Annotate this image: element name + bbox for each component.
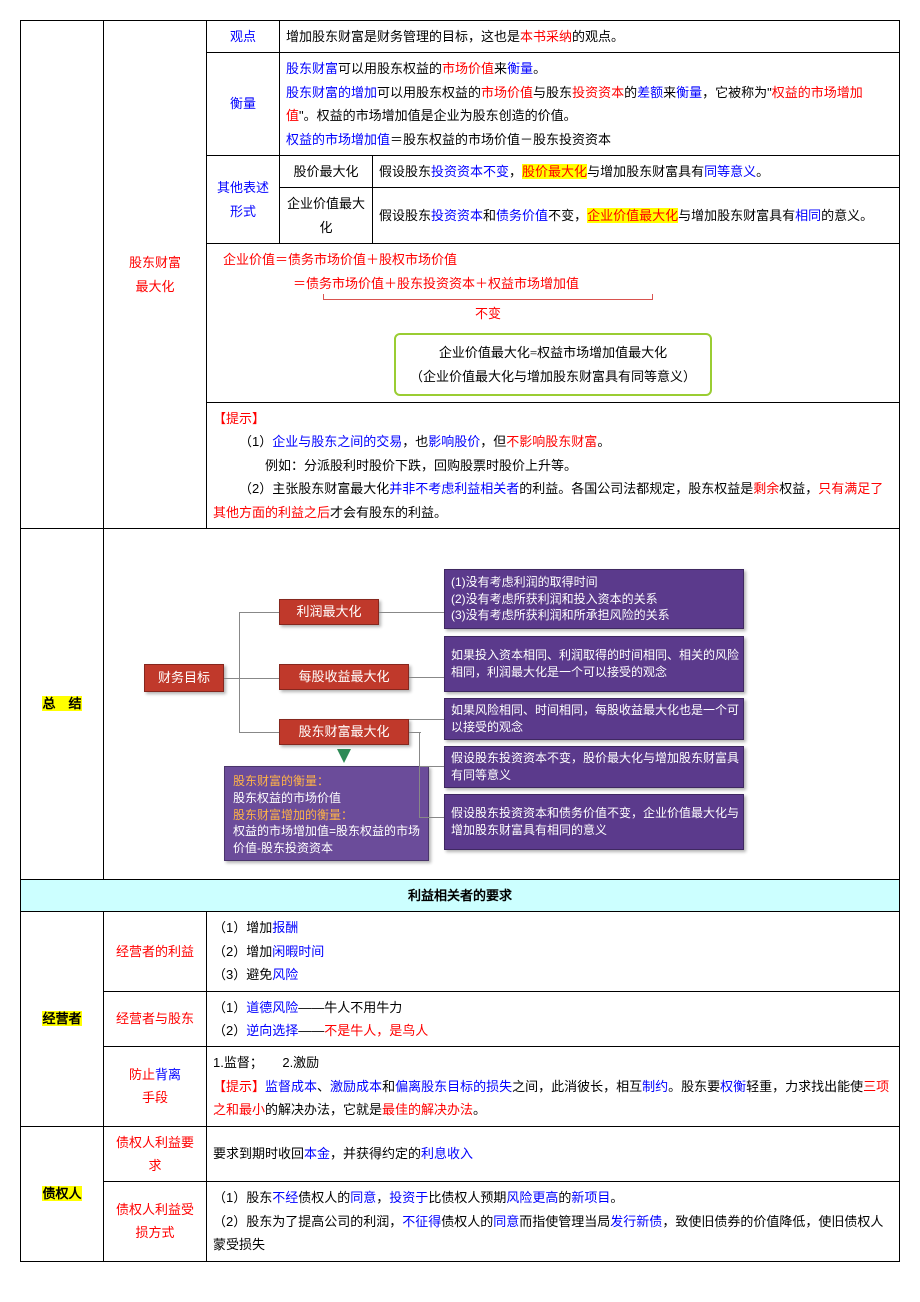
- panel-4: 假设股东投资资本不变，股价最大化与增加股东财富具有同等意义: [444, 746, 744, 788]
- cred-r1-content: 要求到期时收回本金，并获得约定的利息收入: [207, 1126, 900, 1182]
- line-icon: [409, 732, 421, 733]
- line-icon: [224, 678, 279, 679]
- line-icon: [409, 719, 444, 720]
- o1-content: 假设股东投资资本不变，股价最大化与增加股东财富具有同等意义。: [373, 155, 900, 187]
- panel-5: 假设股东投资资本和债务价值不变，企业价值最大化与增加股东财富具有相同的意义: [444, 794, 744, 850]
- summary-label: 总 结: [21, 529, 104, 880]
- cred-r2-label: 债权人利益受损方式: [104, 1182, 207, 1261]
- main-table: 股东财富 最大化 观点 增加股东财富是财务管理的目标，这也是本书采纳的观点。 衡…: [20, 20, 900, 1262]
- summary-diagram: 财务目标 利润最大化 每股收益最大化 股东财富最大化 (1)没有考虑利润的取得时…: [104, 529, 900, 880]
- formula-cell: 企业价值＝债务市场价值＋股权市场价值 ＝债务市场价值＋股东投资资本＋权益市场增加…: [207, 244, 900, 403]
- mgr-r2-label: 经营者与股东: [104, 991, 207, 1047]
- formula-box: 企业价值最大化=权益市场增加值最大化（企业价值最大化与增加股东财富具有同等意义）: [213, 331, 893, 398]
- tip-cell: 【提示】 （1）企业与股东之间的交易，也影响股价，但不影响股东财富。 例如：分派…: [207, 403, 900, 529]
- node-profit: 利润最大化: [279, 599, 379, 625]
- bracket-icon: 不变: [323, 299, 653, 323]
- panel-2: 如果投入资本相同、利润取得的时间相同、相关的风险相同，利润最大化是一个可以接受的…: [444, 636, 744, 692]
- node-wealth: 股东财富最大化: [279, 719, 409, 745]
- mgr-r3-label: 防止背离手段: [104, 1047, 207, 1126]
- measure-label: 衡量: [207, 53, 280, 156]
- mgr-r2-content: （1）道德风险——牛人不用牛力 （2）逆向选择——不是牛人，是鸟人: [207, 991, 900, 1047]
- col1-empty: [21, 21, 104, 529]
- formula-line1: 企业价值＝债务市场价值＋股权市场价值: [213, 248, 893, 271]
- viewpoint-content: 增加股东财富是财务管理的目标，这也是本书采纳的观点。: [280, 21, 900, 53]
- node-eps: 每股收益最大化: [279, 664, 409, 690]
- o1-sub: 股价最大化: [280, 155, 373, 187]
- node-root: 财务目标: [144, 664, 224, 692]
- mgr-r1-label: 经营者的利益: [104, 912, 207, 991]
- panel-3: 如果风险相同、时间相同，每股收益最大化也是一个可以接受的观念: [444, 698, 744, 740]
- o2-content: 假设股东投资资本和债务价值不变，企业价值最大化与增加股东财富具有相同的意义。: [373, 188, 900, 244]
- mgr-col1: 经营者: [21, 912, 104, 1126]
- arrow-down-icon: [337, 749, 351, 763]
- mgr-r3-content: 1.监督； 2.激励 【提示】监督成本、激励成本和偏离股东目标的损失之间，此消彼…: [207, 1047, 900, 1126]
- line-icon: [379, 612, 444, 613]
- other-label: 其他表述形式: [207, 155, 280, 243]
- mgr-r1-content: （1）增加报酬 （2）增加闲暇时间 （3）避免风险: [207, 912, 900, 991]
- cred-col1: 债权人: [21, 1126, 104, 1261]
- line-icon: [239, 732, 279, 733]
- col2-label: 股东财富 最大化: [104, 21, 207, 529]
- formula-line2: ＝债务市场价值＋股东投资资本＋权益市场增加值: [213, 272, 893, 295]
- wealth-measure-box: 股东财富的衡量： 股东权益的市场价值 股东财富增加的衡量： 权益的市场增加值=股…: [224, 766, 429, 861]
- line-icon: [239, 612, 240, 732]
- line-icon: [409, 677, 444, 678]
- cred-r2-content: （1）股东不经债权人的同意，投资于比债权人预期风险更高的新项目。 （2）股东为了…: [207, 1182, 900, 1261]
- line-icon: [419, 817, 444, 818]
- o2-sub: 企业价值最大化: [280, 188, 373, 244]
- line-icon: [419, 766, 444, 767]
- line-icon: [239, 612, 279, 613]
- panel-1: (1)没有考虑利润的取得时间 (2)没有考虑所获利润和投入资本的关系 (3)没有…: [444, 569, 744, 629]
- cred-r1-label: 债权人利益要求: [104, 1126, 207, 1182]
- viewpoint-label: 观点: [207, 21, 280, 53]
- line-icon: [419, 732, 420, 817]
- measure-content: 股东财富可以用股东权益的市场价值来衡量。 股东财富的增加可以用股东权益的市场价值…: [280, 53, 900, 156]
- section-header-stakeholders: 利益相关者的要求: [21, 880, 900, 912]
